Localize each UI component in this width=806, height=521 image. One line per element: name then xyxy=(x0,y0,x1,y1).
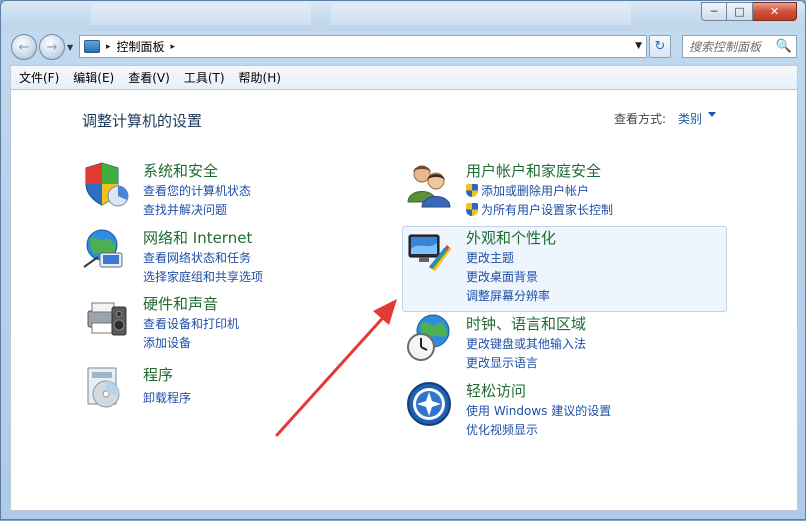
link-optimize-video-display[interactable]: 优化视频显示 xyxy=(466,421,538,438)
view-by-caret-icon[interactable] xyxy=(708,112,716,117)
recent-pages-icon[interactable]: ▼ xyxy=(67,43,73,52)
link-devices-printers[interactable]: 查看设备和打印机 xyxy=(143,315,239,332)
search-box[interactable]: 搜索控制面板 🔍 xyxy=(682,35,797,58)
link-change-theme[interactable]: 更改主题 xyxy=(466,249,514,266)
users-icon xyxy=(407,165,451,208)
menu-edit[interactable]: 编辑(E) xyxy=(73,69,114,86)
forward-button[interactable]: → xyxy=(39,34,65,60)
caption-buttons: ─ □ ✕ xyxy=(701,2,797,21)
printer-speaker-icon xyxy=(87,302,127,336)
close-button[interactable]: ✕ xyxy=(753,2,797,21)
address-bar[interactable]: ▸ 控制面板 ▸ ▼ xyxy=(79,35,647,58)
menu-tools[interactable]: 工具(T) xyxy=(184,69,225,86)
uac-shield-icon xyxy=(466,184,478,197)
link-adjust-resolution[interactable]: 调整屏幕分辨率 xyxy=(466,287,550,304)
menu-view[interactable]: 查看(V) xyxy=(128,69,170,86)
control-panel-window: ─ □ ✕ ← → ▼ ▸ 控制面板 ▸ ▼ ↻ 搜索控制面板 🔍 文件(F) … xyxy=(0,0,806,520)
refresh-button[interactable]: ↻ xyxy=(649,35,671,58)
category-title[interactable]: 程序 xyxy=(143,364,173,385)
link-text[interactable]: 添加或删除用户帐户 xyxy=(481,184,589,198)
title-bar[interactable]: ─ □ ✕ xyxy=(1,1,805,31)
view-by-label: 查看方式: xyxy=(614,112,667,126)
forward-arrow-icon: → xyxy=(46,39,58,55)
breadcrumb-control-panel[interactable]: 控制面板 xyxy=(117,38,165,55)
link-change-input-method[interactable]: 更改键盘或其他输入法 xyxy=(466,335,586,352)
ease-of-access-icon xyxy=(407,382,451,426)
link-add-device[interactable]: 添加设备 xyxy=(143,334,191,351)
minimize-button[interactable]: ─ xyxy=(701,2,727,21)
page-title: 调整计算机的设置 xyxy=(82,112,203,130)
control-panel-icon xyxy=(84,40,100,53)
address-dropdown-icon[interactable]: ▼ xyxy=(635,41,642,51)
category-title[interactable]: 轻松访问 xyxy=(466,380,526,401)
category-title[interactable]: 时钟、语言和区域 xyxy=(466,313,586,334)
search-icon[interactable]: 🔍 xyxy=(776,39,792,54)
link-parental-controls[interactable]: 为所有用户设置家长控制 xyxy=(466,201,613,218)
monitor-palette-icon xyxy=(408,234,451,271)
category-title[interactable]: 系统和安全 xyxy=(143,160,218,181)
globe-network-icon xyxy=(83,229,123,268)
back-button[interactable]: ← xyxy=(11,34,37,60)
category-title[interactable]: 硬件和声音 xyxy=(143,293,218,314)
shield-chart-icon xyxy=(85,162,129,207)
link-view-computer-status[interactable]: 查看您的计算机状态 xyxy=(143,182,251,199)
navigation-bar: ← → ▼ ▸ 控制面板 ▸ ▼ ↻ 搜索控制面板 🔍 xyxy=(1,31,805,65)
breadcrumb-separator-icon[interactable]: ▸ xyxy=(106,42,111,52)
link-change-desktop-background[interactable]: 更改桌面背景 xyxy=(466,268,538,285)
title-bar-blur xyxy=(331,3,631,25)
category-title[interactable]: 外观和个性化 xyxy=(466,227,556,248)
programs-disc-icon xyxy=(87,367,120,408)
category-title[interactable]: 网络和 Internet xyxy=(143,227,252,248)
back-arrow-icon: ← xyxy=(18,39,30,55)
link-change-display-language[interactable]: 更改显示语言 xyxy=(466,354,538,371)
link-view-network-status[interactable]: 查看网络状态和任务 xyxy=(143,249,251,266)
breadcrumb-trail-icon[interactable]: ▸ xyxy=(171,42,176,52)
link-windows-recommended-settings[interactable]: 使用 Windows 建议的设置 xyxy=(466,402,611,419)
link-text[interactable]: 为所有用户设置家长控制 xyxy=(481,203,613,217)
category-title[interactable]: 用户帐户和家庭安全 xyxy=(466,160,601,181)
title-bar-blur xyxy=(91,3,311,25)
menu-help[interactable]: 帮助(H) xyxy=(239,69,281,86)
maximize-button[interactable]: □ xyxy=(727,2,753,21)
link-add-remove-accounts[interactable]: 添加或删除用户帐户 xyxy=(466,182,589,199)
menu-bar: 文件(F) 编辑(E) 查看(V) 工具(T) 帮助(H) xyxy=(10,65,798,90)
content-area: 调整计算机的设置 查看方式: 类别 系统和安全 查看您的计算机状态 查找并解决问… xyxy=(10,90,798,511)
search-input[interactable]: 搜索控制面板 xyxy=(689,38,776,55)
view-by-dropdown[interactable]: 类别 xyxy=(678,110,702,127)
link-homegroup-sharing[interactable]: 选择家庭组和共享选项 xyxy=(143,268,263,285)
menu-file[interactable]: 文件(F) xyxy=(19,69,59,86)
globe-clock-icon xyxy=(407,314,450,361)
uac-shield-icon xyxy=(466,203,478,216)
link-uninstall-program[interactable]: 卸载程序 xyxy=(143,389,191,406)
refresh-icon: ↻ xyxy=(654,39,666,54)
link-troubleshoot[interactable]: 查找并解决问题 xyxy=(143,201,227,218)
